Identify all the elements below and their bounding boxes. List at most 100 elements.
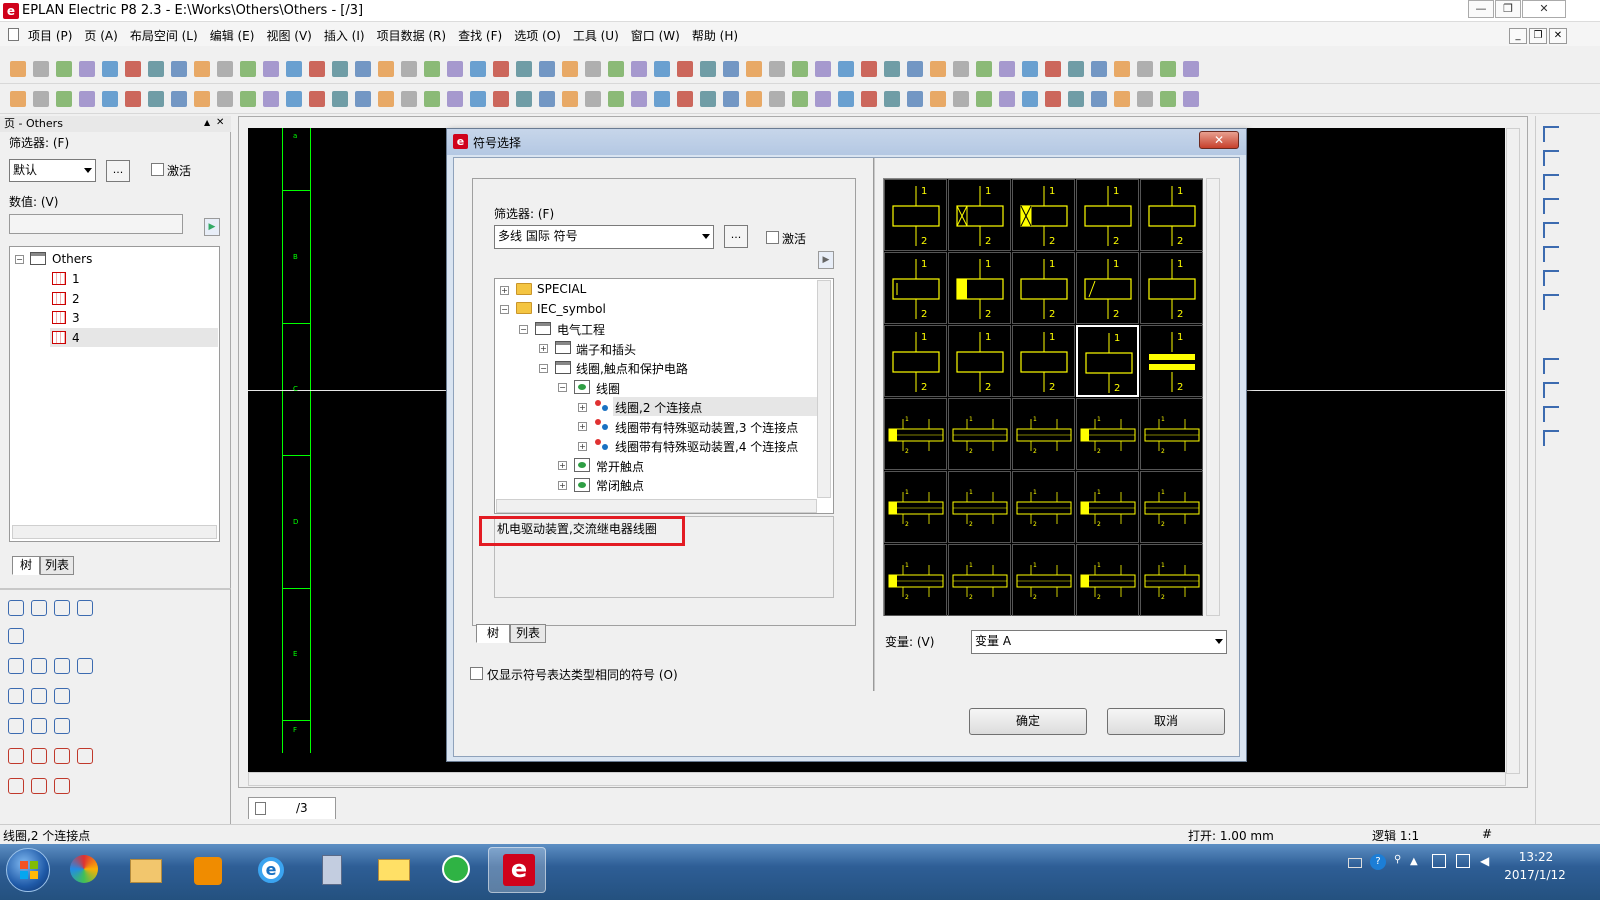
start-button[interactable] <box>6 848 50 892</box>
dialog-activate-checkbox[interactable] <box>766 231 779 244</box>
drawing-tool-icon[interactable] <box>77 748 93 764</box>
toolbar-button-icon[interactable] <box>999 91 1015 107</box>
restore-button[interactable]: ❐ <box>1495 0 1521 18</box>
toolbar-button-icon[interactable] <box>1068 61 1084 77</box>
toolbar-button-icon[interactable] <box>838 61 854 77</box>
symbol-cell[interactable]: 12 <box>1012 398 1075 470</box>
taskbar-calculator[interactable] <box>302 847 360 893</box>
tree-node-coils-contacts[interactable]: 线圈,触点和保护电路 <box>576 360 688 377</box>
symbol-cell[interactable]: 12 <box>1140 252 1203 324</box>
toolbar-button-icon[interactable] <box>976 61 992 77</box>
toolbar-button-icon[interactable] <box>148 91 164 107</box>
toolbar-button-icon[interactable] <box>562 91 578 107</box>
expand-icon[interactable]: + <box>500 286 509 295</box>
toolbar-button-icon[interactable] <box>148 61 164 77</box>
drawing-tool-icon[interactable] <box>54 778 70 794</box>
tree-node-coil-4-points[interactable]: 线圈带有特殊驱动装置,4 个连接点 <box>615 438 798 455</box>
drawing-tool-icon[interactable] <box>77 658 93 674</box>
toolbar-button-icon[interactable] <box>286 61 302 77</box>
tab-tree[interactable]: 树 <box>12 556 40 575</box>
toolbar-button-icon[interactable] <box>171 91 187 107</box>
toolbar-button-icon[interactable] <box>930 91 946 107</box>
tab-list[interactable]: 列表 <box>40 556 74 575</box>
connection-symbol-icon[interactable] <box>1543 358 1559 374</box>
toolbar-button-icon[interactable] <box>907 61 923 77</box>
symbol-cell[interactable]: 12 <box>1076 179 1139 251</box>
toolbar-button-icon[interactable] <box>585 91 601 107</box>
symbol-cell[interactable]: 12 <box>1140 325 1203 397</box>
tree-node-iec-symbol[interactable]: IEC_symbol <box>537 302 606 316</box>
mdi-restore-button[interactable]: ❐ <box>1529 28 1547 44</box>
taskbar-media-player[interactable] <box>178 847 236 893</box>
toolbar-button-icon[interactable] <box>56 91 72 107</box>
toolbar-button-icon[interactable] <box>723 91 739 107</box>
expand-icon[interactable]: + <box>558 461 567 470</box>
symbol-cell[interactable]: 12 <box>948 252 1011 324</box>
collapse-icon[interactable]: − <box>15 255 24 264</box>
filter-combo[interactable]: 默认 <box>9 159 96 182</box>
toolbar-button-icon[interactable] <box>585 61 601 77</box>
toolbar-button-icon[interactable] <box>631 91 647 107</box>
connection-symbol-icon[interactable] <box>1543 270 1559 286</box>
tree-node-coil[interactable]: 线圈 <box>596 380 620 397</box>
toolbar-button-icon[interactable] <box>815 91 831 107</box>
ok-button[interactable]: 确定 <box>969 708 1087 735</box>
toolbar-button-icon[interactable] <box>378 61 394 77</box>
menu-project-data[interactable]: 项目数据 (R) <box>377 27 447 44</box>
drawing-tool-icon[interactable] <box>54 748 70 764</box>
help-icon[interactable]: ? <box>1370 854 1386 870</box>
symbol-grid-scrollbar[interactable] <box>1206 178 1220 616</box>
drawing-tool-icon[interactable] <box>8 658 24 674</box>
toolbar-button-icon[interactable] <box>654 61 670 77</box>
toolbar-button-icon[interactable] <box>608 61 624 77</box>
toolbar-button-icon[interactable] <box>493 91 509 107</box>
toolbar-button-icon[interactable] <box>1160 61 1176 77</box>
taskbar-app-colorful[interactable] <box>54 847 112 893</box>
tray-expand-icon[interactable]: ▲ <box>1410 856 1418 867</box>
menu-view[interactable]: 视图 (V) <box>266 27 311 44</box>
toolbar-button-icon[interactable] <box>608 91 624 107</box>
toolbar-button-icon[interactable] <box>1045 61 1061 77</box>
toolbar-button-icon[interactable] <box>1091 61 1107 77</box>
collapse-icon[interactable]: − <box>539 364 548 373</box>
minimize-button[interactable]: — <box>1468 0 1494 18</box>
taskbar-ie[interactable]: e <box>240 847 298 893</box>
toolbar-button-icon[interactable] <box>194 91 210 107</box>
network-icon[interactable] <box>1456 854 1470 868</box>
toolbar-button-icon[interactable] <box>1091 91 1107 107</box>
toolbar-button-icon[interactable] <box>677 61 693 77</box>
menu-edit[interactable]: 编辑 (E) <box>210 27 255 44</box>
taskbar-green-app[interactable] <box>426 847 484 893</box>
toolbar-button-icon[interactable] <box>424 91 440 107</box>
toolbar-button-icon[interactable] <box>792 91 808 107</box>
tree-page-3[interactable]: 3 <box>72 311 80 325</box>
toolbar-button-icon[interactable] <box>56 61 72 77</box>
toolbar-button-icon[interactable] <box>217 61 233 77</box>
expand-icon[interactable]: + <box>578 422 587 431</box>
connection-symbol-icon[interactable] <box>1543 198 1559 214</box>
tree-page-1[interactable]: 1 <box>72 272 80 286</box>
apply-arrow-button[interactable]: ▶ <box>204 218 220 236</box>
toolbar-button-icon[interactable] <box>884 91 900 107</box>
symbol-cell[interactable]: 12 <box>1012 252 1075 324</box>
toolbar-button-icon[interactable] <box>263 61 279 77</box>
same-type-checkbox[interactable] <box>470 667 483 680</box>
tree-node-coil-3-points[interactable]: 线圈带有特殊驱动装置,3 个连接点 <box>615 419 798 436</box>
toolbar-button-icon[interactable] <box>263 91 279 107</box>
menu-project[interactable]: 项目 (P) <box>28 27 72 44</box>
toolbar-button-icon[interactable] <box>401 61 417 77</box>
menu-help[interactable]: 帮助 (H) <box>692 27 738 44</box>
tree-node-root[interactable]: Others <box>52 252 92 266</box>
clock-date[interactable]: 2017/1/12 <box>1500 868 1570 882</box>
expand-icon[interactable]: + <box>539 344 548 353</box>
taskbar-mail[interactable] <box>364 847 422 893</box>
menu-find[interactable]: 查找 (F) <box>458 27 502 44</box>
toolbar-button-icon[interactable] <box>401 91 417 107</box>
toolbar-button-icon[interactable] <box>424 61 440 77</box>
drawing-tool-icon[interactable] <box>77 600 93 616</box>
cancel-button[interactable]: 取消 <box>1107 708 1225 735</box>
symbol-cell[interactable]: 12 <box>884 252 947 324</box>
menu-window[interactable]: 窗口 (W) <box>631 27 680 44</box>
tree-vertical-scrollbar[interactable] <box>817 280 831 498</box>
toolbar-button-icon[interactable] <box>700 91 716 107</box>
